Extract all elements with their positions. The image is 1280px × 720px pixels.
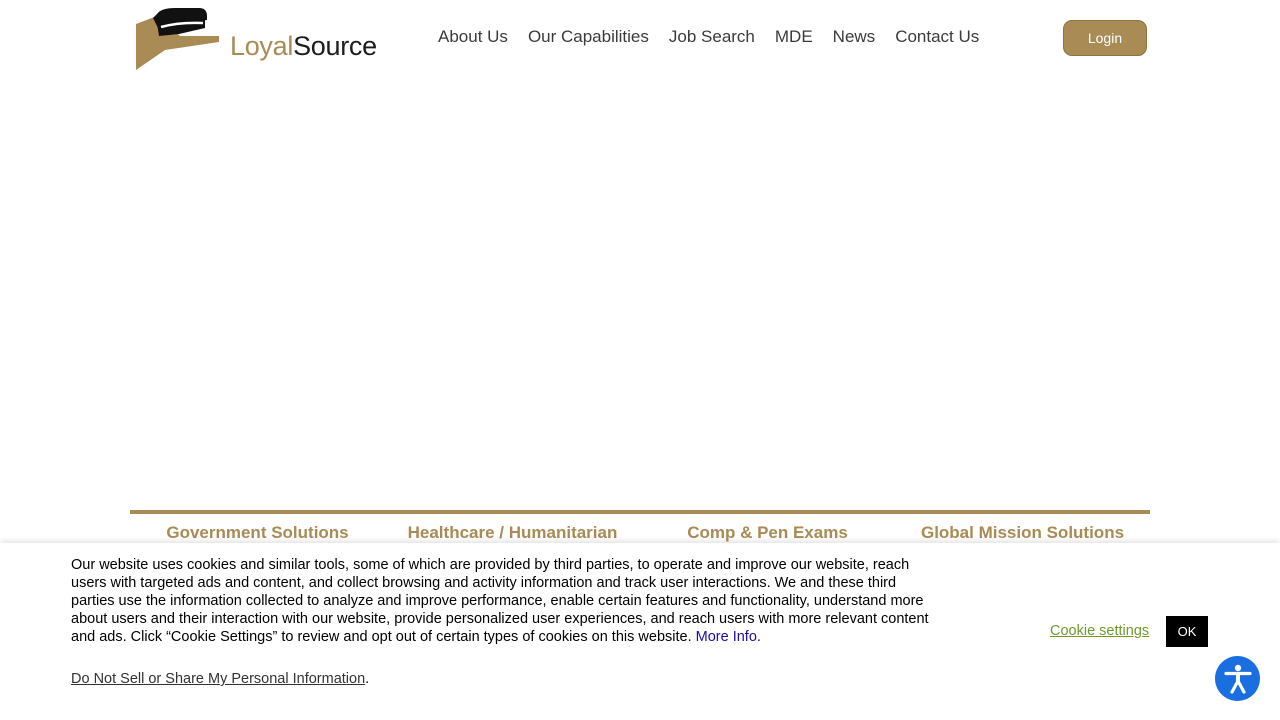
site-logo[interactable]: LoyalSource [135, 6, 377, 72]
accessibility-person-icon [1223, 664, 1252, 694]
nav-job-search[interactable]: Job Search [659, 24, 765, 50]
login-button[interactable]: Login [1063, 20, 1147, 56]
solutions-divider [130, 510, 1150, 514]
logo-wordmark: LoyalSource [230, 30, 377, 62]
nav-contact-us[interactable]: Contact Us [885, 24, 989, 50]
more-info-link[interactable]: More Info. [696, 629, 761, 645]
accessibility-button[interactable] [1215, 656, 1260, 701]
do-not-sell-line: Do Not Sell or Share My Personal Informa… [71, 670, 369, 688]
main-nav: About Us Our Capabilities Job Search MDE… [428, 24, 989, 50]
cookie-settings-link[interactable]: Cookie settings [1050, 623, 1149, 639]
nav-news[interactable]: News [823, 24, 886, 50]
logo-wordmark-source: Source [293, 31, 377, 61]
do-not-sell-suffix: . [365, 671, 370, 687]
nav-mde[interactable]: MDE [765, 24, 823, 50]
nav-about-us[interactable]: About Us [428, 24, 518, 50]
cookie-banner: Our website uses cookies and similar too… [0, 543, 1280, 720]
site-header: LoyalSource About Us Our Capabilities Jo… [0, 0, 1280, 80]
do-not-sell-link[interactable]: Do Not Sell or Share My Personal Informa… [71, 671, 365, 687]
logo-wordmark-loyal: Loyal [230, 31, 294, 61]
cookie-notice-body: Our website uses cookies and similar too… [71, 557, 929, 645]
cookie-ok-button[interactable]: OK [1166, 616, 1208, 647]
nav-our-capabilities[interactable]: Our Capabilities [518, 24, 659, 50]
loyalsource-hat-logo-icon [136, 8, 219, 70]
cookie-notice-text: Our website uses cookies and similar too… [71, 556, 931, 646]
